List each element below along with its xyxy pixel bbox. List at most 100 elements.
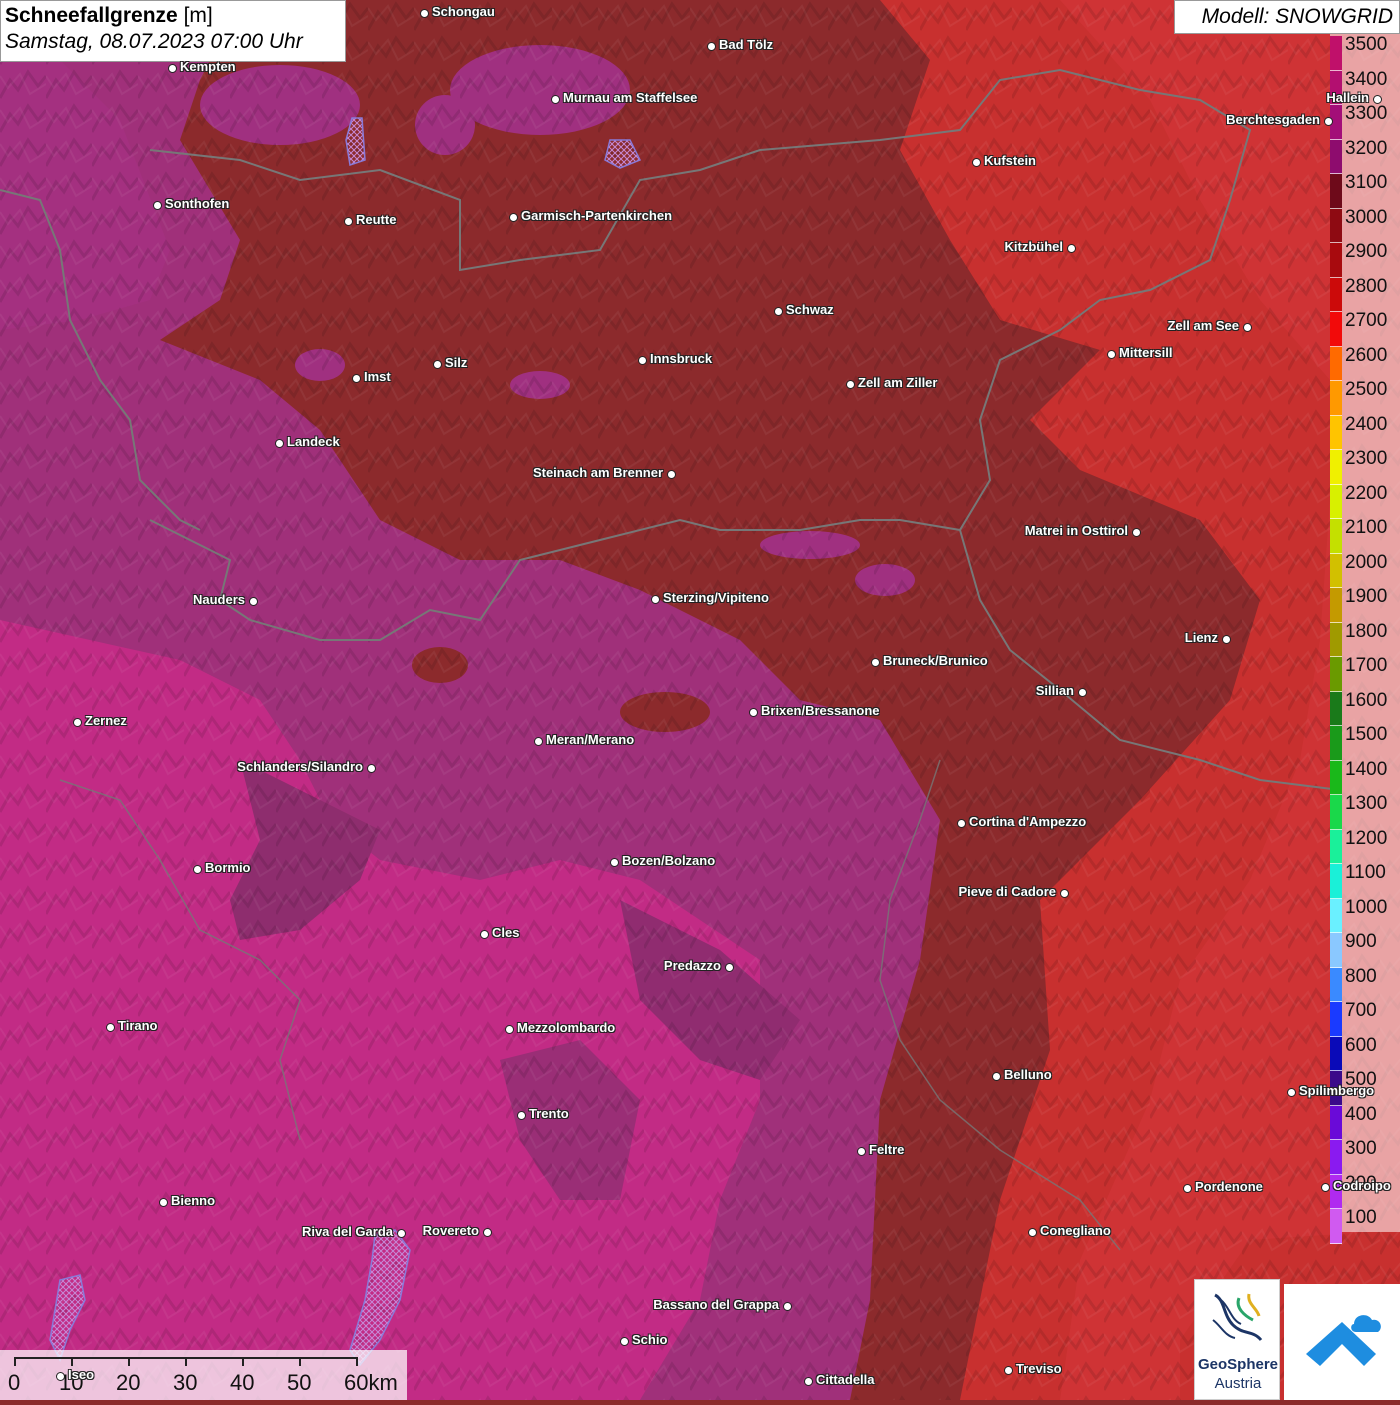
city-label: Bruneck/Brunico	[883, 653, 988, 668]
legend-label: 1900	[1345, 586, 1388, 607]
weather-app-logo[interactable]	[1284, 1284, 1400, 1400]
city-marker[interactable]	[1078, 688, 1087, 697]
city-marker[interactable]	[774, 307, 783, 316]
geosphere-austria-logo[interactable]: GeoSphere Austria	[1194, 1279, 1280, 1400]
city-marker[interactable]	[1067, 244, 1076, 253]
city-marker[interactable]	[73, 718, 82, 727]
map-title-main: Schneefallgrenze	[5, 4, 178, 27]
city-marker[interactable]	[871, 658, 880, 667]
geosphere-logo-text: GeoSphere	[1197, 1356, 1279, 1373]
city-marker[interactable]	[707, 42, 716, 51]
scale-label: 20	[116, 1370, 141, 1395]
city-marker[interactable]	[249, 597, 258, 606]
city-marker[interactable]	[517, 1111, 526, 1120]
city-marker[interactable]	[992, 1072, 1001, 1081]
scale-label: 40	[230, 1370, 255, 1395]
city-marker[interactable]	[420, 9, 429, 18]
city-label: Spilimbergo	[1299, 1083, 1375, 1098]
legend-label: 600	[1345, 1034, 1377, 1056]
city-marker[interactable]	[509, 213, 518, 222]
city-marker[interactable]	[749, 708, 758, 717]
city-label: Meran/Merano	[546, 732, 635, 747]
city-marker[interactable]	[397, 1229, 406, 1238]
legend-swatch	[1330, 484, 1342, 519]
city-marker[interactable]	[846, 380, 855, 389]
scale-label: 60km	[344, 1370, 398, 1395]
city-marker[interactable]	[480, 930, 489, 939]
city-marker[interactable]	[1107, 350, 1116, 359]
legend-label: 2800	[1345, 275, 1388, 297]
city-marker[interactable]	[534, 737, 543, 746]
city-marker[interactable]	[483, 1228, 492, 1237]
city-marker[interactable]	[667, 470, 676, 479]
city-marker[interactable]	[1183, 1184, 1192, 1193]
city-marker[interactable]	[1243, 323, 1252, 332]
city-marker[interactable]	[1324, 117, 1333, 126]
scale-label: 30	[173, 1370, 198, 1395]
legend-label: 1600	[1345, 689, 1388, 711]
city-label: Riva del Garda	[301, 1224, 393, 1239]
city-marker[interactable]	[168, 64, 177, 73]
city-marker[interactable]	[651, 595, 660, 604]
city-label: Cittadella	[816, 1372, 875, 1387]
city-marker[interactable]	[505, 1025, 514, 1034]
city-label: Landeck	[287, 434, 340, 449]
legend-swatch	[1330, 553, 1342, 588]
legend-label: 1800	[1345, 620, 1388, 642]
city-marker[interactable]	[275, 439, 284, 448]
legend-swatch	[1330, 1036, 1342, 1071]
city-marker[interactable]	[804, 1377, 813, 1386]
legend-label: 2700	[1345, 310, 1388, 331]
city-marker[interactable]	[352, 374, 361, 383]
city-marker[interactable]	[367, 764, 376, 773]
city-marker[interactable]	[783, 1302, 792, 1311]
city-marker[interactable]	[1028, 1228, 1037, 1237]
city-label: Mittersill	[1119, 345, 1173, 360]
city-marker[interactable]	[972, 158, 981, 167]
city-label: Iseo	[68, 1367, 95, 1382]
city-marker[interactable]	[1222, 635, 1231, 644]
legend-label: 900	[1345, 931, 1377, 952]
city-marker[interactable]	[957, 819, 966, 828]
city-marker[interactable]	[193, 865, 202, 874]
scale-label: 0	[8, 1370, 21, 1395]
city-label: Imst	[364, 369, 391, 384]
city-marker[interactable]	[1321, 1183, 1330, 1192]
city-marker[interactable]	[610, 858, 619, 867]
city-marker[interactable]	[106, 1023, 115, 1032]
legend-swatch	[1330, 588, 1342, 623]
city-marker[interactable]	[56, 1372, 65, 1381]
city-marker[interactable]	[638, 356, 647, 365]
city-marker[interactable]	[153, 201, 162, 210]
city-marker[interactable]	[1060, 889, 1069, 898]
city-label: Sterzing/Vipiteno	[663, 590, 769, 605]
legend-label: 1500	[1345, 724, 1388, 745]
legend-swatch	[1330, 1209, 1342, 1244]
city-label: Pieve di Cadore	[958, 884, 1056, 899]
city-marker[interactable]	[1004, 1366, 1013, 1375]
model-label: Modell: SNOWGRID	[1174, 0, 1400, 34]
city-label: Bozen/Bolzano	[622, 853, 716, 868]
legend-swatch	[1330, 829, 1342, 864]
city-marker[interactable]	[433, 360, 442, 369]
city-marker[interactable]	[159, 1198, 168, 1207]
city-marker[interactable]	[857, 1147, 866, 1156]
city-marker[interactable]	[1287, 1088, 1296, 1097]
city-label: Cles	[492, 925, 520, 940]
legend-swatch	[1330, 795, 1342, 830]
city-marker[interactable]	[1373, 95, 1382, 104]
city-label: Reutte	[356, 212, 397, 227]
city-marker[interactable]	[725, 963, 734, 972]
city-marker[interactable]	[344, 217, 353, 226]
city-label: Zell am Ziller	[858, 375, 938, 390]
city-marker[interactable]	[620, 1337, 629, 1346]
city-marker[interactable]	[551, 95, 560, 104]
legend-label: 2400	[1345, 413, 1388, 435]
city-label: Kempten	[180, 59, 236, 74]
city-label: Kitzbühel	[1004, 239, 1064, 254]
city-label: Innsbruck	[650, 351, 713, 366]
legend-label: 3300	[1345, 103, 1388, 124]
city-label: Belluno	[1004, 1067, 1052, 1082]
city-marker[interactable]	[1132, 528, 1141, 537]
legend-swatch	[1330, 415, 1342, 450]
